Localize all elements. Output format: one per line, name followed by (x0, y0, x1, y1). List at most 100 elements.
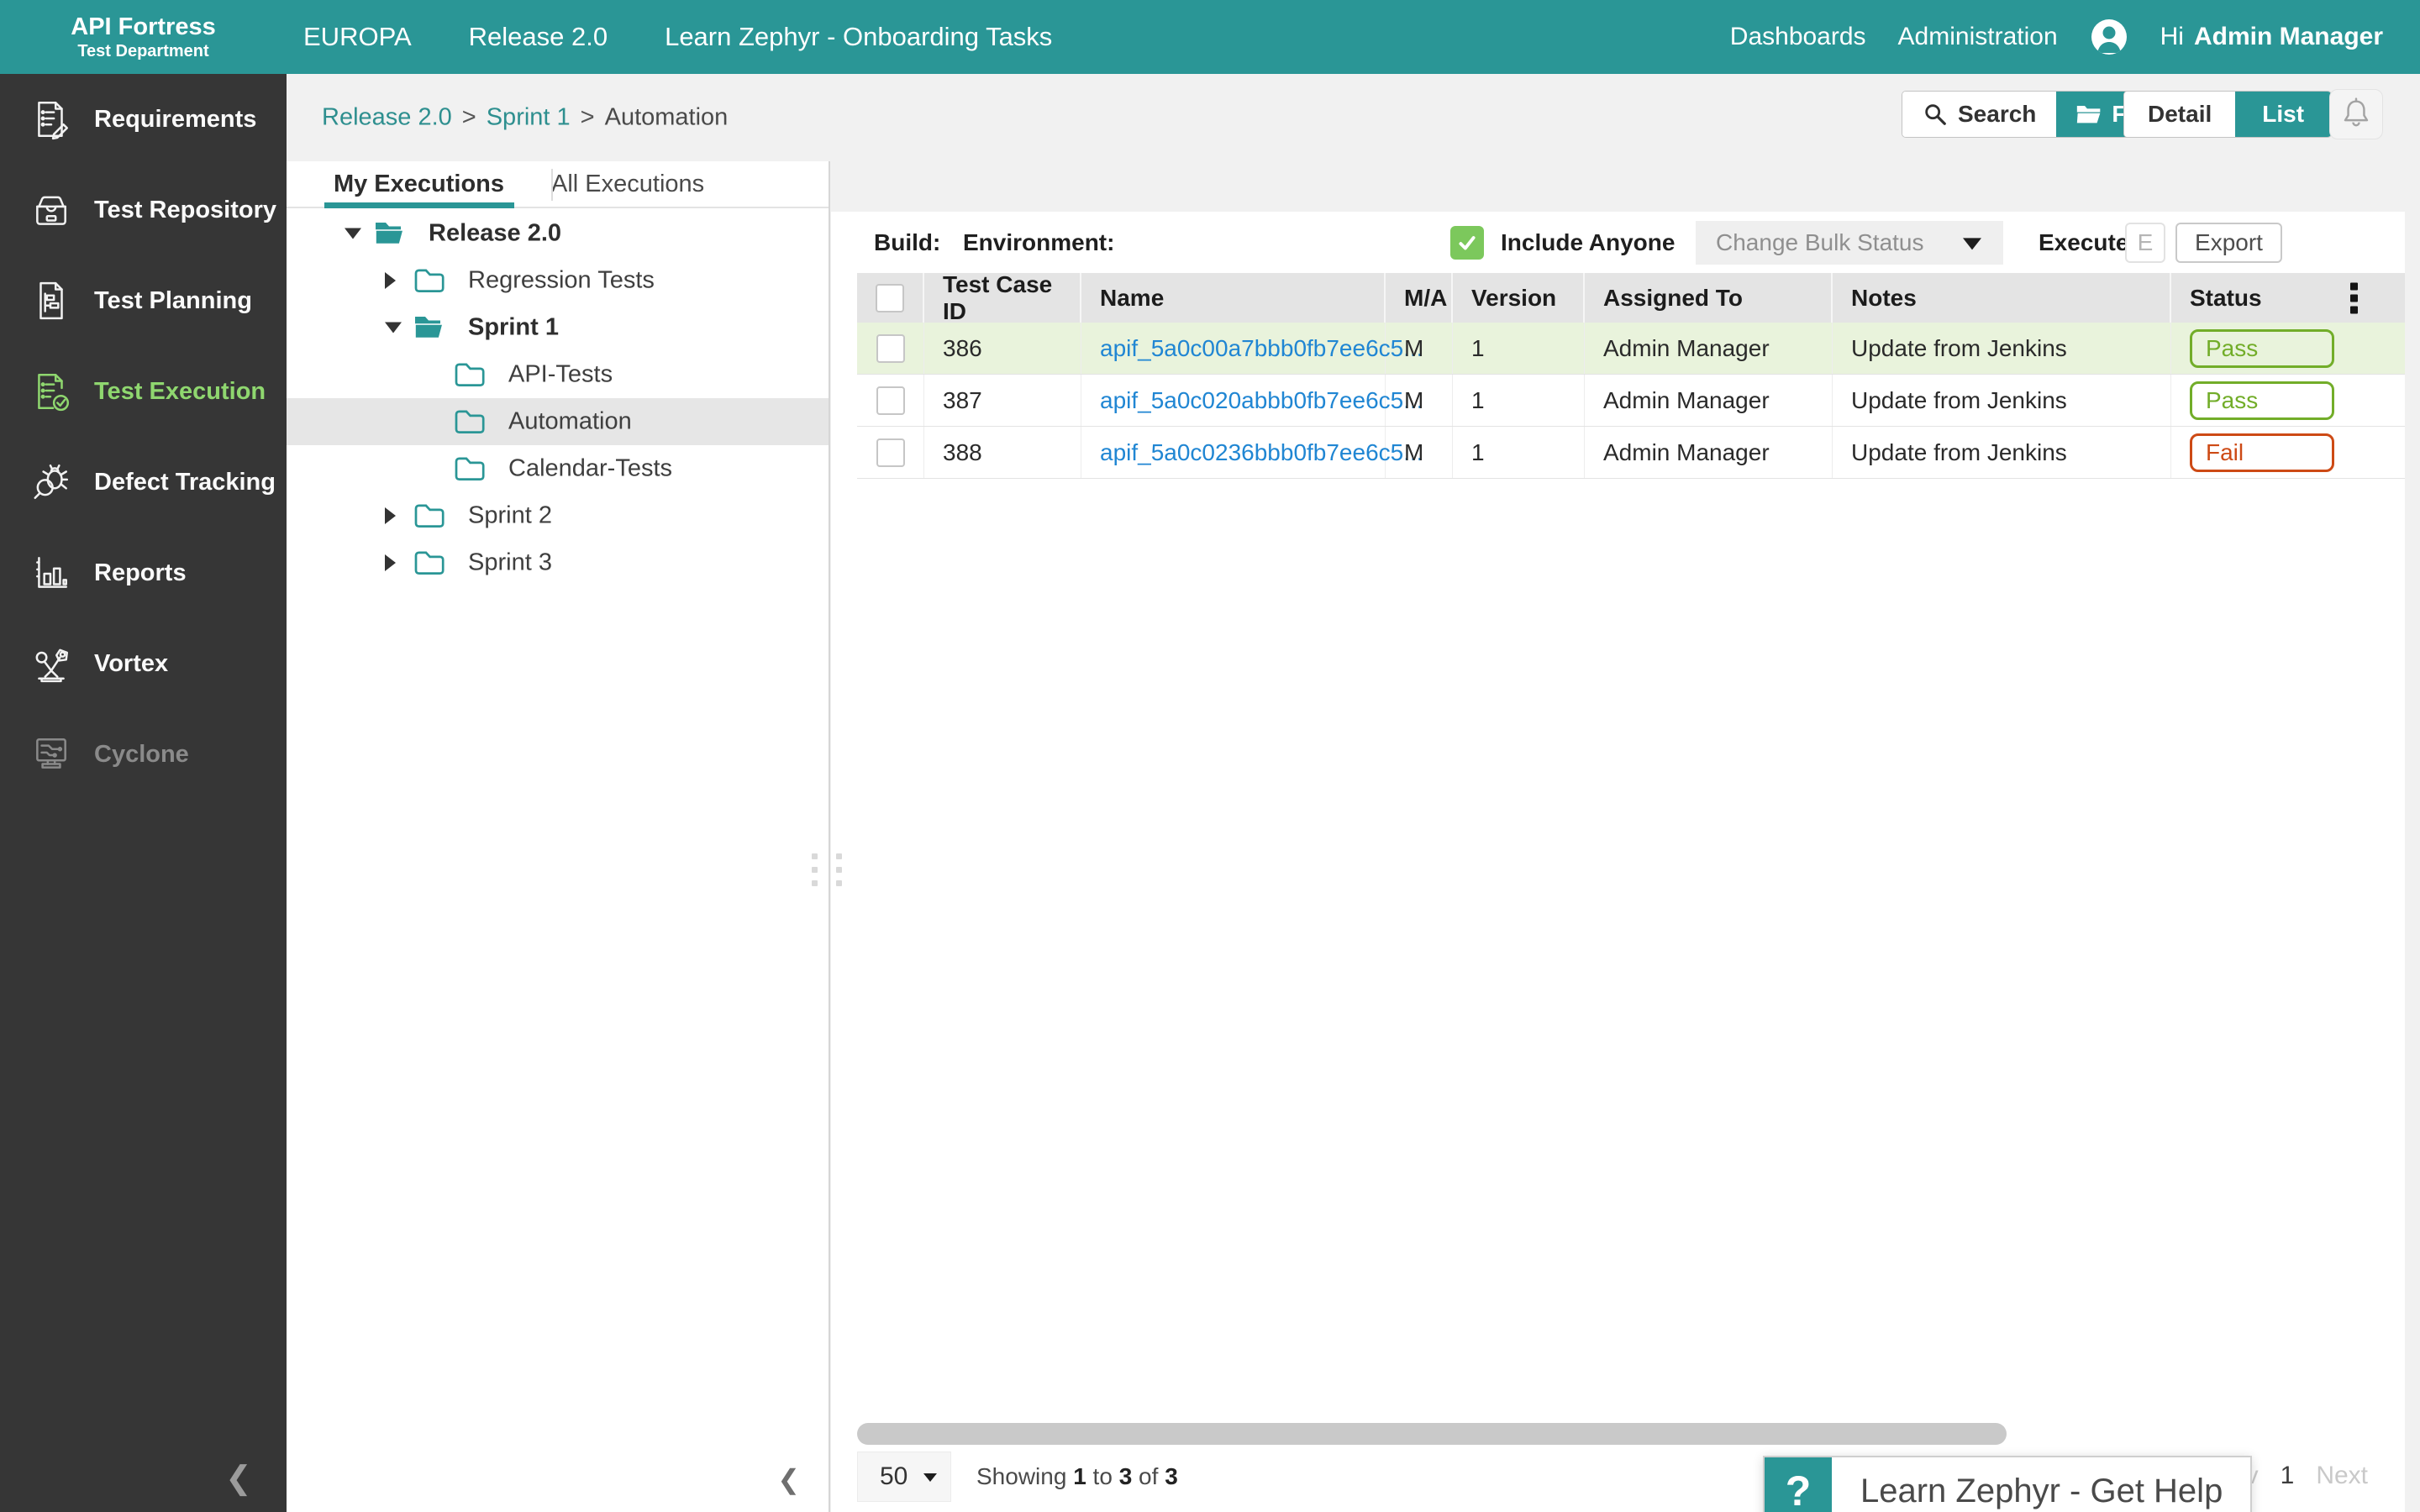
current-page-number[interactable]: 1 (2281, 1462, 2295, 1490)
tree-node-automation[interactable]: Automation (287, 398, 829, 445)
test-name-link[interactable]: apif_5a0c0236bbb0fb7ee6c5... (1100, 439, 1423, 466)
tab-all-executions[interactable]: All Executions (551, 161, 704, 207)
sidebar-item-reports[interactable]: Reports (0, 528, 287, 618)
caret-down-icon[interactable] (345, 228, 361, 239)
row-checkbox[interactable] (876, 438, 905, 467)
cell-notes: Update from Jenkins (1833, 375, 2171, 426)
caret-right-icon[interactable] (385, 272, 396, 289)
cell-version: 1 (1453, 323, 1585, 374)
status-badge[interactable]: Fail (2190, 433, 2334, 472)
breadcrumb-item-release-2-0[interactable]: Release 2.0 (322, 104, 452, 131)
tree-node-regression-tests[interactable]: Regression Tests (287, 257, 829, 304)
top-nav: EUROPA Release 2.0 Learn Zephyr - Onboardi… (303, 22, 1052, 52)
sidebar-item-label: Vortex (94, 650, 168, 678)
folder-closed-icon (413, 549, 445, 577)
top-nav-item-1[interactable]: EUROPA (303, 22, 412, 52)
breadcrumb-item-sprint-1[interactable]: Sprint 1 (487, 104, 571, 131)
horizontal-scrollbar[interactable] (857, 1423, 2007, 1445)
left-sidebar: Requirements Test Repository Test Planni… (0, 74, 287, 1512)
execute-e-button[interactable]: E (2125, 223, 2165, 263)
top-nav-item-2[interactable]: Release 2.0 (469, 22, 608, 52)
showing-summary: Showing 1 to 3 of 3 (976, 1463, 1178, 1490)
top-right-nav: Dashboards Administration Hi Admin Manag… (1730, 18, 2420, 56)
page-size-select[interactable]: 50 (857, 1452, 951, 1502)
tree-node-sprint-1[interactable]: Sprint 1 (287, 304, 829, 351)
help-widget[interactable]: ? Learn Zephyr - Get Help (1763, 1456, 2252, 1512)
brand-title: API Fortress (0, 13, 287, 42)
breadcrumb-item-automation: Automation (605, 104, 729, 131)
cell-status: Fail (2171, 427, 2405, 478)
user-avatar-icon[interactable] (2090, 18, 2128, 56)
row-checkbox[interactable] (876, 334, 905, 363)
row-checkbox[interactable] (876, 386, 905, 415)
sidebar-item-defect-tracking[interactable]: Defect Tracking (0, 437, 287, 528)
table-header-assigned-to[interactable]: Assigned To (1585, 273, 1833, 323)
table-header-notes[interactable]: Notes (1833, 273, 2171, 323)
detail-view-button[interactable]: Detail (2124, 92, 2235, 137)
test-repository-icon (30, 189, 72, 231)
breadcrumb-separator: > (581, 104, 595, 131)
executions-table: Test Case IDNameM/AVersionAssigned ToNot… (857, 273, 2405, 479)
dashboards-link[interactable]: Dashboards (1730, 23, 1866, 51)
folder-closed-icon (413, 502, 445, 530)
top-nav-item-3[interactable]: Learn Zephyr - Onboarding Tasks (665, 22, 1052, 52)
table-header-test-case-id[interactable]: Test Case ID (924, 273, 1081, 323)
bell-icon (2339, 96, 2373, 134)
status-badge[interactable]: Pass (2190, 329, 2334, 368)
cell-status: Pass (2171, 375, 2405, 426)
table-row-387: 387apif_5a0c020abbb0fb7ee6c5...M1Admin M… (857, 375, 2405, 427)
administration-link[interactable]: Administration (1898, 23, 2058, 51)
kebab-menu-icon[interactable] (2350, 282, 2358, 313)
sidebar-collapse-chevron-icon[interactable]: ❮ (225, 1459, 252, 1497)
test-name-link[interactable]: apif_5a0c020abbb0fb7ee6c5... (1100, 387, 1423, 414)
table-row-386: 386apif_5a0c00a7bbb0fb7ee6c5...M1Admin M… (857, 323, 2405, 375)
row-select-cell (857, 323, 924, 374)
tree-collapse-chevron-icon[interactable]: ❮ (777, 1463, 800, 1495)
greeting-word: Hi (2160, 23, 2184, 51)
table-header-name[interactable]: Name (1081, 273, 1386, 323)
tree-node-sprint-2[interactable]: Sprint 2 (287, 492, 829, 539)
notifications-button[interactable] (2329, 89, 2383, 139)
include-anyone-label: Include Anyone (1501, 229, 1675, 256)
showing-from: 1 (1073, 1463, 1086, 1489)
cell-name: apif_5a0c0236bbb0fb7ee6c5... (1081, 427, 1386, 478)
tree-node-release-2-0[interactable]: Release 2.0 (287, 210, 829, 257)
tree-node-calendar-tests[interactable]: Calendar-Tests (287, 445, 829, 492)
include-anyone-checkbox[interactable] (1450, 226, 1484, 260)
folder-open-icon (413, 314, 445, 342)
sidebar-item-test-planning[interactable]: Test Planning (0, 255, 287, 346)
tab-my-executions[interactable]: My Executions (287, 161, 551, 207)
caret-right-icon[interactable] (385, 554, 396, 571)
caret-right-icon[interactable] (385, 507, 396, 524)
sidebar-item-label: Test Repository (94, 197, 276, 224)
tree-node-api-tests[interactable]: API-Tests (287, 351, 829, 398)
reports-icon (30, 552, 72, 594)
change-bulk-status-select[interactable]: Change Bulk Status (1696, 221, 2003, 265)
user-greeting[interactable]: Hi Admin Manager (2160, 23, 2383, 51)
tree-node-sprint-3[interactable]: Sprint 3 (287, 539, 829, 586)
export-button[interactable]: Export (2175, 223, 2282, 263)
status-badge[interactable]: Pass (2190, 381, 2334, 420)
app-window: API Fortress Test Department EUROPARelea… (0, 0, 2420, 1512)
caret-down-icon[interactable] (385, 323, 402, 333)
sidebar-item-test-execution[interactable]: Test Execution (0, 346, 287, 437)
table-header-m-a[interactable]: M/A (1386, 273, 1453, 323)
cell-assigned-to: Admin Manager (1585, 375, 1833, 426)
select-all-checkbox[interactable] (876, 284, 904, 312)
table-header-row: Test Case IDNameM/AVersionAssigned ToNot… (857, 273, 2405, 323)
table-header-version[interactable]: Version (1453, 273, 1585, 323)
row-select-cell (857, 375, 924, 426)
tree-node-label: Sprint 3 (468, 549, 552, 577)
page-size-value: 50 (880, 1462, 908, 1491)
breadcrumb: Release 2.0>Sprint 1>Automation (322, 104, 728, 132)
test-name-link[interactable]: apif_5a0c00a7bbb0fb7ee6c5... (1100, 335, 1423, 362)
sidebar-item-test-repository[interactable]: Test Repository (0, 165, 287, 255)
search-button[interactable]: Search (1902, 92, 2056, 137)
executions-table-panel: Build: Environment: Include Anyone Chang… (831, 212, 2405, 1512)
panel-splitter-handle[interactable] (812, 853, 842, 886)
list-view-button[interactable]: List (2235, 92, 2331, 137)
next-page-button[interactable]: Next (2316, 1462, 2368, 1490)
table-header-status[interactable]: Status (2171, 273, 2405, 323)
sidebar-item-vortex[interactable]: Vortex (0, 618, 287, 709)
sidebar-item-requirements[interactable]: Requirements (0, 74, 287, 165)
